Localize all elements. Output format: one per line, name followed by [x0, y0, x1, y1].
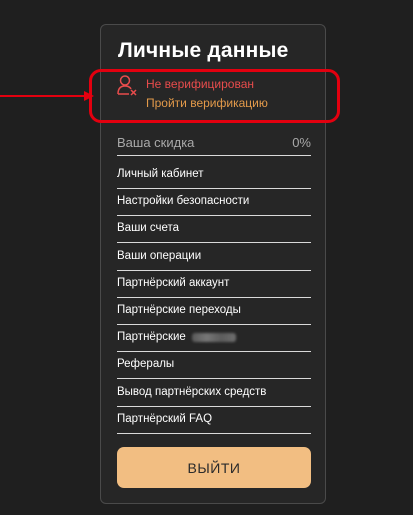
verification-status: Не верифицирован [146, 77, 255, 91]
menu-item-referrals[interactable]: Рефералы [117, 353, 311, 380]
verify-link[interactable]: Пройти верификацию [146, 96, 268, 110]
discount-row: Ваша скидка 0% [117, 135, 311, 156]
menu-item-personal-cabinet[interactable]: Личный кабинет [117, 163, 311, 189]
panel-title: Личные данные [118, 39, 289, 62]
redacted-text-blur [191, 332, 236, 342]
menu-item-partner-redacted[interactable]: Партнёрские [117, 326, 311, 353]
discount-value: 0% [292, 135, 311, 150]
menu-item-partner-faq[interactable]: Партнёрский FAQ [117, 408, 311, 434]
menu-item-operations[interactable]: Ваши операции [117, 245, 311, 271]
personal-data-panel: Личные данные Не верифицирован Пройти ве… [89, 24, 340, 504]
menu-item-security-settings[interactable]: Настройки безопасности [117, 190, 311, 217]
menu-item-partner-visits[interactable]: Партнёрские переходы [117, 299, 311, 325]
menu-item-accounts[interactable]: Ваши счета [117, 217, 311, 244]
annotation-arrow-icon [0, 91, 94, 101]
logout-button[interactable]: ВЫЙТИ [117, 447, 311, 488]
discount-label: Ваша скидка [117, 135, 195, 150]
account-menu: Личный кабинет Настройки безопасности Ва… [117, 163, 311, 435]
user-unverified-icon [117, 75, 137, 96]
menu-item-partner-withdrawal[interactable]: Вывод партнёрских средств [117, 381, 311, 407]
menu-item-partner-account[interactable]: Партнёрский аккаунт [117, 272, 311, 298]
